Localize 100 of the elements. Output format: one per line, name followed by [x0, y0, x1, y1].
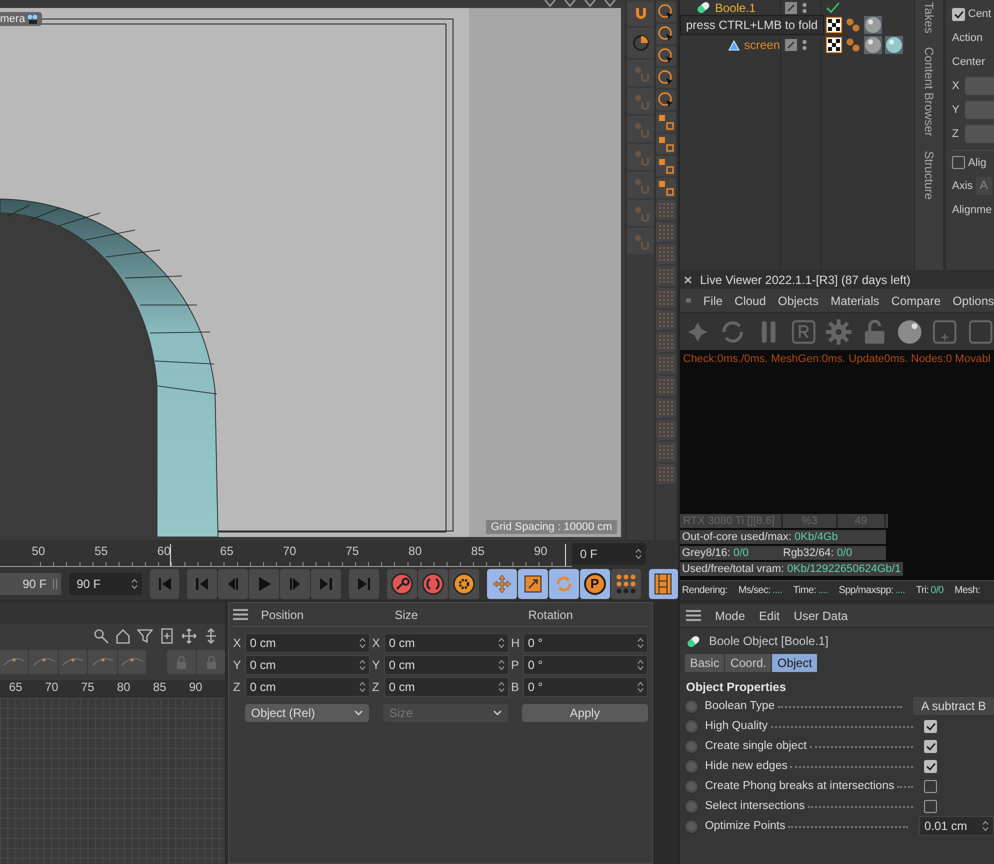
curve-tool-button[interactable] [29, 650, 58, 674]
selection-icon[interactable] [656, 24, 676, 44]
checkbox[interactable] [924, 720, 937, 732]
checkbox[interactable] [952, 8, 965, 20]
view-nav-icon[interactable] [563, 0, 577, 7]
dot-grid-icon[interactable] [656, 332, 676, 352]
visibility-dots-icon[interactable] [802, 2, 807, 14]
menu-icon[interactable] [686, 610, 701, 621]
lock-tool-button[interactable] [196, 650, 226, 674]
menu-item[interactable]: Options [952, 294, 994, 308]
filter-icon[interactable] [137, 628, 153, 644]
coordinate-field[interactable]: 0 ° [522, 677, 648, 697]
dots-tag-icon[interactable] [845, 37, 861, 53]
selection-icon[interactable] [656, 46, 676, 66]
curve-tool-button[interactable] [88, 650, 117, 674]
checkbox[interactable] [924, 800, 937, 812]
checkbox[interactable] [924, 780, 937, 792]
move-arrows-icon[interactable] [181, 628, 197, 644]
vertical-arrows-icon[interactable] [203, 628, 219, 644]
selection-icon[interactable] [656, 2, 676, 22]
sphere-tag-icon[interactable] [885, 36, 903, 54]
coordinate-field[interactable]: 0 cm [244, 633, 370, 653]
spinner-arrows-icon[interactable] [359, 659, 366, 671]
spinner-arrows-icon[interactable] [131, 578, 138, 590]
side-tab[interactable]: Content Browser [922, 47, 936, 137]
dot-grid-icon[interactable] [656, 464, 676, 484]
snap-dial-icon[interactable] [627, 28, 654, 58]
square-icon[interactable] [966, 318, 994, 346]
coordinate-mode-dropdown[interactable]: Object (Rel) [245, 704, 370, 722]
spinner-arrows-icon[interactable] [635, 548, 642, 560]
curve-tool-button[interactable] [0, 650, 28, 674]
coordinate-field[interactable]: 0 cm [384, 677, 509, 697]
dot-grid-icon[interactable] [656, 420, 676, 440]
go-to-start-button[interactable] [150, 568, 180, 598]
input-field[interactable] [965, 125, 994, 143]
close-icon[interactable] [684, 276, 692, 284]
object-name[interactable]: Boole.1 [715, 0, 756, 14]
selection-icon[interactable] [656, 90, 676, 110]
search-icon[interactable] [93, 628, 109, 644]
spinner-arrows-icon[interactable] [498, 659, 505, 671]
apply-button[interactable]: Apply [522, 704, 648, 722]
checkbox[interactable] [924, 740, 937, 752]
dot-grid-icon[interactable] [656, 244, 676, 264]
play-button[interactable] [249, 568, 280, 598]
input-field[interactable] [965, 101, 994, 119]
dot-grid-icon[interactable] [656, 222, 676, 242]
key-filter-toggle[interactable] [610, 568, 641, 598]
magnet-icon[interactable] [627, 2, 654, 26]
add-icon[interactable] [159, 628, 175, 644]
spinner-arrows-icon[interactable] [637, 637, 644, 649]
dropdown[interactable]: A subtract B [913, 697, 994, 715]
view-nav-icon[interactable] [603, 0, 617, 7]
edit-toggle-icon[interactable] [785, 2, 797, 14]
animate-toggle-icon[interactable] [685, 720, 698, 732]
max-frame-field[interactable]: 90 F [68, 572, 142, 594]
dot-grid-icon[interactable] [656, 376, 676, 396]
curve-tool-button[interactable] [58, 650, 88, 674]
spinner-arrows-icon[interactable] [982, 820, 989, 832]
auto-key-button[interactable] [418, 568, 448, 598]
coordinate-field[interactable]: 0 ° [522, 655, 648, 675]
go-to-end-button[interactable] [349, 568, 379, 598]
home-icon[interactable] [115, 628, 131, 644]
view-nav-icon[interactable] [583, 0, 597, 7]
key-filter-toggle[interactable] [548, 568, 579, 598]
selection-icon[interactable] [656, 68, 676, 88]
dot-grid-icon[interactable] [656, 200, 676, 220]
number-field[interactable]: 0.01 cm [919, 816, 994, 836]
checker-tag-icon[interactable] [826, 17, 842, 33]
spinner-arrows-icon[interactable] [498, 637, 505, 649]
spinner-arrows-icon[interactable] [359, 637, 366, 649]
spinner-arrows-icon[interactable] [359, 681, 366, 693]
animate-toggle-icon[interactable] [685, 820, 698, 832]
coordinate-field[interactable]: 0 cm [384, 655, 509, 675]
dot-grid-icon[interactable] [656, 310, 676, 330]
menu-item[interactable]: Compare [891, 294, 941, 308]
dot-grid-icon[interactable] [656, 442, 676, 462]
side-tab[interactable]: Structure [922, 150, 936, 200]
next-key-button[interactable] [311, 568, 342, 598]
spinner-arrows-icon[interactable] [637, 659, 644, 671]
tab[interactable]: Object [772, 654, 818, 672]
spinner-arrows-icon[interactable] [637, 681, 644, 693]
menu-item[interactable]: Materials [830, 294, 880, 308]
menu-item[interactable]: File [703, 294, 723, 308]
coordinate-field[interactable]: 0 ° [522, 633, 648, 653]
record-key-button[interactable] [386, 568, 417, 598]
animate-toggle-icon[interactable] [685, 700, 698, 712]
previous-frame-button[interactable] [218, 568, 248, 598]
sphere-icon[interactable] [896, 318, 924, 346]
menu-item[interactable]: Cloud [734, 294, 766, 308]
checkbox[interactable] [952, 156, 965, 169]
view-nav-icon[interactable] [543, 0, 557, 7]
film-toggle[interactable] [648, 568, 678, 598]
next-frame-button[interactable] [280, 568, 310, 598]
menu-icon[interactable] [233, 609, 248, 620]
animate-toggle-icon[interactable] [685, 740, 698, 752]
menu-item[interactable]: Objects [778, 294, 819, 308]
min-frame-field[interactable]: 90 F [0, 572, 61, 594]
key-filter-toggle[interactable] [486, 568, 517, 598]
input-field[interactable] [965, 77, 994, 95]
render-region-icon[interactable] [790, 318, 818, 346]
